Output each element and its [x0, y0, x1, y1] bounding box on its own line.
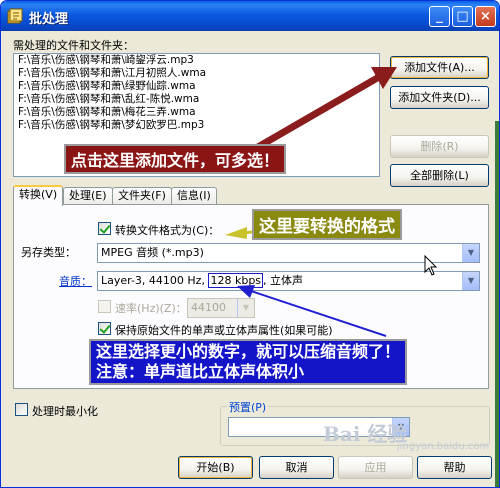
quality-bitrate: 128 kbps: [208, 273, 264, 288]
batch-app-icon: [7, 8, 23, 24]
annotation-bitrate-line2: 注意：单声道比立体声体积小: [96, 362, 305, 381]
tab-info[interactable]: 信息(I): [171, 187, 217, 205]
keep-channels-checkbox[interactable]: [98, 322, 111, 335]
save-type-label: 另存类型：: [21, 246, 76, 259]
minimize-checkbox[interactable]: [15, 403, 28, 416]
tab-convert[interactable]: 转换(V): [13, 185, 64, 206]
add-file-button[interactable]: 添加文件(A)...: [390, 56, 489, 79]
chevron-down-icon[interactable]: ▼: [462, 244, 479, 262]
rate-checkbox[interactable]: [98, 300, 111, 313]
annotation-bitrate: 这里选择更小的数字，就可以压缩音频了！ 注意：单声道比立体声体积小: [89, 339, 408, 385]
chevron-down-icon[interactable]: ▼: [237, 299, 254, 317]
minimize-button[interactable]: _: [429, 6, 450, 27]
rate-select[interactable]: 44100 ▼: [187, 298, 255, 318]
list-item[interactable]: F:\音乐\伤感\钢琴和萧\梦幻欧罗巴.mp3: [14, 119, 379, 132]
annotation-add-files: 点击这里添加文件，可多选！: [64, 144, 287, 174]
cancel-button[interactable]: 取消: [259, 456, 334, 479]
files-label: 需处理的文件和文件夹：: [13, 39, 134, 52]
remove-button[interactable]: 删除(R): [390, 135, 489, 158]
chevron-down-icon[interactable]: ▼: [462, 272, 479, 290]
annotation-format: 这里要转换的格式: [252, 209, 402, 240]
tab-folder[interactable]: 文件夹(F): [112, 187, 172, 205]
list-item[interactable]: F:\音乐\伤感\钢琴和萧\乱红-陈悦.wma: [14, 93, 379, 106]
quality-link[interactable]: 音质：: [59, 273, 92, 289]
save-type-select[interactable]: MPEG 音频 (*.mp3) ▼: [97, 243, 480, 263]
batch-window: 批处理 _ □ × 需处理的文件和文件夹： F:\音乐\伤感\钢琴和萧\崎鋆浮云…: [0, 0, 500, 488]
help-button[interactable]: 帮助: [417, 456, 492, 479]
background-edge: [495, 121, 499, 487]
annotation-bitrate-line1: 这里选择更小的数字，就可以压缩音频了！: [96, 342, 401, 361]
start-button[interactable]: 开始(B): [178, 456, 253, 479]
quality-suffix: , 立体声: [263, 274, 304, 287]
tab-process[interactable]: 处理(E): [63, 187, 113, 205]
baidu-watermark-url: jingyan.baidu.com: [397, 441, 490, 452]
remove-all-button[interactable]: 全部删除(L): [390, 164, 489, 187]
quality-select[interactable]: Layer-3, 44100 Hz, 128 kbps, 立体声 ▼: [97, 271, 480, 291]
list-item[interactable]: F:\音乐\伤感\钢琴和萧\绿野仙踪.wma: [14, 80, 379, 93]
quality-prefix: Layer-3, 44100 Hz,: [101, 274, 209, 287]
window-title: 批处理: [29, 12, 69, 27]
title-bar[interactable]: 批处理 _ □ ×: [1, 1, 499, 31]
minimize-label: 处理时最小化: [32, 405, 98, 418]
add-folder-button[interactable]: 添加文件夹(D)...: [390, 86, 489, 109]
rate-value: 44100: [191, 301, 226, 314]
convert-format-label: 转换文件格式为(C)：: [115, 224, 220, 237]
baidu-watermark: Bai 经验: [323, 422, 408, 446]
mouse-cursor-icon: [424, 255, 438, 276]
maximize-button[interactable]: □: [452, 6, 473, 27]
apply-button[interactable]: 应用: [338, 456, 413, 479]
convert-format-checkbox[interactable]: [98, 222, 111, 235]
keep-channels-label: 保持原始文件的单声或立体声属性(如果可能): [115, 324, 333, 337]
list-item[interactable]: F:\音乐\伤感\钢琴和萧\梅花三弄.wma: [14, 106, 379, 119]
list-item[interactable]: F:\音乐\伤感\钢琴和萧\江月初照人.wma: [14, 67, 379, 80]
close-button[interactable]: ×: [475, 6, 496, 27]
save-type-value: MPEG 音频 (*.mp3): [101, 246, 204, 259]
preset-label: 预置(P): [227, 399, 269, 415]
list-item[interactable]: F:\音乐\伤感\钢琴和萧\崎鋆浮云.mp3: [14, 54, 379, 67]
rate-label: 速率(Hz)(Z)：: [115, 302, 187, 315]
